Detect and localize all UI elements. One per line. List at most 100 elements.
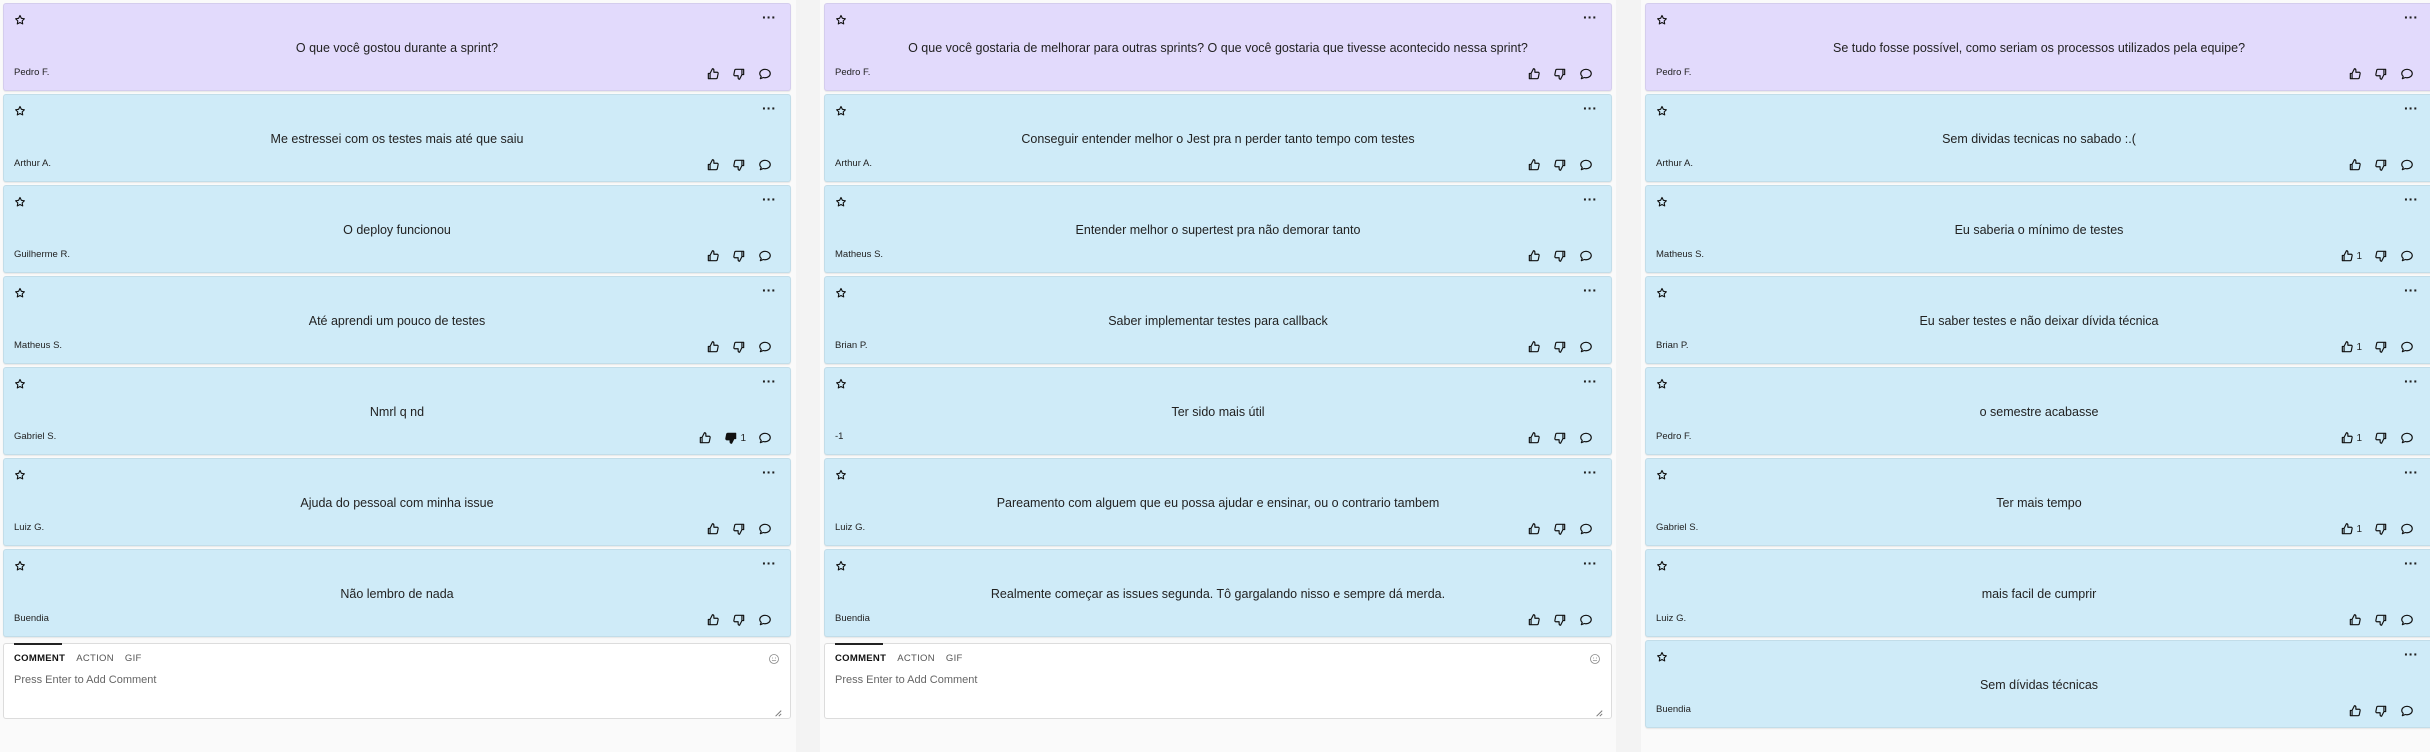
- resize-handle-icon[interactable]: [774, 704, 782, 717]
- downvote-button[interactable]: [2374, 67, 2388, 81]
- star-icon[interactable]: [1656, 377, 1668, 389]
- upvote-button[interactable]: 1: [2340, 249, 2362, 263]
- star-icon[interactable]: [835, 13, 847, 25]
- upvote-button[interactable]: [1527, 158, 1541, 172]
- more-options-icon[interactable]: ···: [762, 101, 776, 115]
- upvote-button[interactable]: [706, 249, 720, 263]
- downvote-button[interactable]: [732, 249, 746, 263]
- note-card[interactable]: ··· Sem dívidas técnicas Buendia: [1645, 640, 2430, 728]
- star-icon[interactable]: [835, 195, 847, 207]
- star-icon[interactable]: [1656, 468, 1668, 480]
- more-options-icon[interactable]: ···: [762, 465, 776, 479]
- note-card[interactable]: ··· Eu saberia o mínimo de testes Matheus …: [1645, 185, 2430, 273]
- comment-button[interactable]: [2400, 431, 2414, 445]
- comment-button[interactable]: [1579, 158, 1593, 172]
- downvote-button[interactable]: [2374, 340, 2388, 354]
- star-icon[interactable]: [14, 468, 26, 480]
- comment-button[interactable]: [2400, 613, 2414, 627]
- downvote-button[interactable]: [732, 522, 746, 536]
- star-icon[interactable]: [1656, 559, 1668, 571]
- comment-button[interactable]: [758, 67, 772, 81]
- star-icon[interactable]: [1656, 286, 1668, 298]
- more-options-icon[interactable]: ···: [2404, 192, 2418, 206]
- star-icon[interactable]: [1656, 650, 1668, 662]
- upvote-button[interactable]: [1527, 431, 1541, 445]
- star-icon[interactable]: [835, 286, 847, 298]
- downvote-button[interactable]: [1553, 340, 1567, 354]
- downvote-button[interactable]: [2374, 158, 2388, 172]
- comment-button[interactable]: [1579, 340, 1593, 354]
- comment-button[interactable]: [1579, 67, 1593, 81]
- upvote-button[interactable]: [1527, 613, 1541, 627]
- upvote-button[interactable]: [1527, 67, 1541, 81]
- note-card[interactable]: ··· O deploy funcionou Guilherme R.: [3, 185, 791, 273]
- note-card[interactable]: ··· Eu saber testes e não deixar dívida t…: [1645, 276, 2430, 364]
- note-card[interactable]: ··· mais facil de cumprir Luiz G.: [1645, 549, 2430, 637]
- more-options-icon[interactable]: ···: [762, 374, 776, 388]
- star-icon[interactable]: [14, 13, 26, 25]
- note-card[interactable]: ··· Nmrl q nd Gabriel S. 1: [3, 367, 791, 455]
- note-card[interactable]: ··· Até aprendi um pouco de testes Matheus…: [3, 276, 791, 364]
- more-options-icon[interactable]: ···: [762, 192, 776, 206]
- note-card[interactable]: ··· Saber implementar testes para callbac…: [824, 276, 1612, 364]
- comment-button[interactable]: [758, 340, 772, 354]
- downvote-button[interactable]: [2374, 522, 2388, 536]
- note-card[interactable]: ··· Não lembro de nada Buendia: [3, 549, 791, 637]
- downvote-button[interactable]: [2374, 431, 2388, 445]
- star-icon[interactable]: [835, 559, 847, 571]
- more-options-icon[interactable]: ···: [762, 556, 776, 570]
- downvote-button[interactable]: [1553, 158, 1567, 172]
- upvote-button[interactable]: 1: [2340, 431, 2362, 445]
- downvote-button[interactable]: [1553, 613, 1567, 627]
- tab-action[interactable]: ACTION: [897, 653, 935, 664]
- upvote-button[interactable]: [2348, 67, 2362, 81]
- downvote-button[interactable]: [1553, 522, 1567, 536]
- comment-button[interactable]: [758, 158, 772, 172]
- downvote-button[interactable]: [732, 613, 746, 627]
- resize-handle-icon[interactable]: [1595, 704, 1603, 717]
- upvote-button[interactable]: [2348, 613, 2362, 627]
- note-card[interactable]: ··· Pareamento com alguem que eu possa aj…: [824, 458, 1612, 546]
- tab-gif[interactable]: GIF: [946, 653, 963, 664]
- more-options-icon[interactable]: ···: [1583, 283, 1597, 297]
- upvote-button[interactable]: [1527, 340, 1541, 354]
- comment-button[interactable]: [2400, 158, 2414, 172]
- more-options-icon[interactable]: ···: [2404, 101, 2418, 115]
- more-options-icon[interactable]: ···: [1583, 556, 1597, 570]
- upvote-button[interactable]: [2348, 158, 2362, 172]
- more-options-icon[interactable]: ···: [1583, 192, 1597, 206]
- upvote-button[interactable]: [706, 67, 720, 81]
- star-icon[interactable]: [835, 468, 847, 480]
- note-card[interactable]: ··· Entender melhor o supertest pra não d…: [824, 185, 1612, 273]
- more-options-icon[interactable]: ···: [2404, 556, 2418, 570]
- comment-button[interactable]: [758, 431, 772, 445]
- upvote-button[interactable]: [706, 613, 720, 627]
- note-card[interactable]: ··· Me estressei com os testes mais até q…: [3, 94, 791, 182]
- star-icon[interactable]: [14, 104, 26, 116]
- downvote-button[interactable]: [1553, 249, 1567, 263]
- downvote-button[interactable]: [2374, 704, 2388, 718]
- star-icon[interactable]: [14, 377, 26, 389]
- note-card[interactable]: ··· Ter sido mais útil -1: [824, 367, 1612, 455]
- note-card[interactable]: ··· Ajuda do pessoal com minha issue Luiz …: [3, 458, 791, 546]
- comment-button[interactable]: [2400, 340, 2414, 354]
- upvote-button[interactable]: [706, 340, 720, 354]
- note-card[interactable]: ··· Conseguir entender melhor o Jest pra …: [824, 94, 1612, 182]
- comment-button[interactable]: [2400, 704, 2414, 718]
- note-card[interactable]: ··· Sem dividas tecnicas no sabado :.(Art…: [1645, 94, 2430, 182]
- more-options-icon[interactable]: ···: [762, 283, 776, 297]
- upvote-button[interactable]: [698, 431, 712, 445]
- upvote-button[interactable]: 1: [2340, 340, 2362, 354]
- star-icon[interactable]: [14, 286, 26, 298]
- downvote-button[interactable]: [2374, 249, 2388, 263]
- star-icon[interactable]: [1656, 104, 1668, 116]
- comment-button[interactable]: [2400, 67, 2414, 81]
- more-options-icon[interactable]: ···: [2404, 465, 2418, 479]
- downvote-button[interactable]: [1553, 431, 1567, 445]
- comment-button[interactable]: [1579, 522, 1593, 536]
- more-options-icon[interactable]: ···: [762, 10, 776, 24]
- downvote-button[interactable]: [1553, 67, 1567, 81]
- downvote-button[interactable]: [732, 158, 746, 172]
- downvote-button[interactable]: [732, 340, 746, 354]
- comment-button[interactable]: [758, 249, 772, 263]
